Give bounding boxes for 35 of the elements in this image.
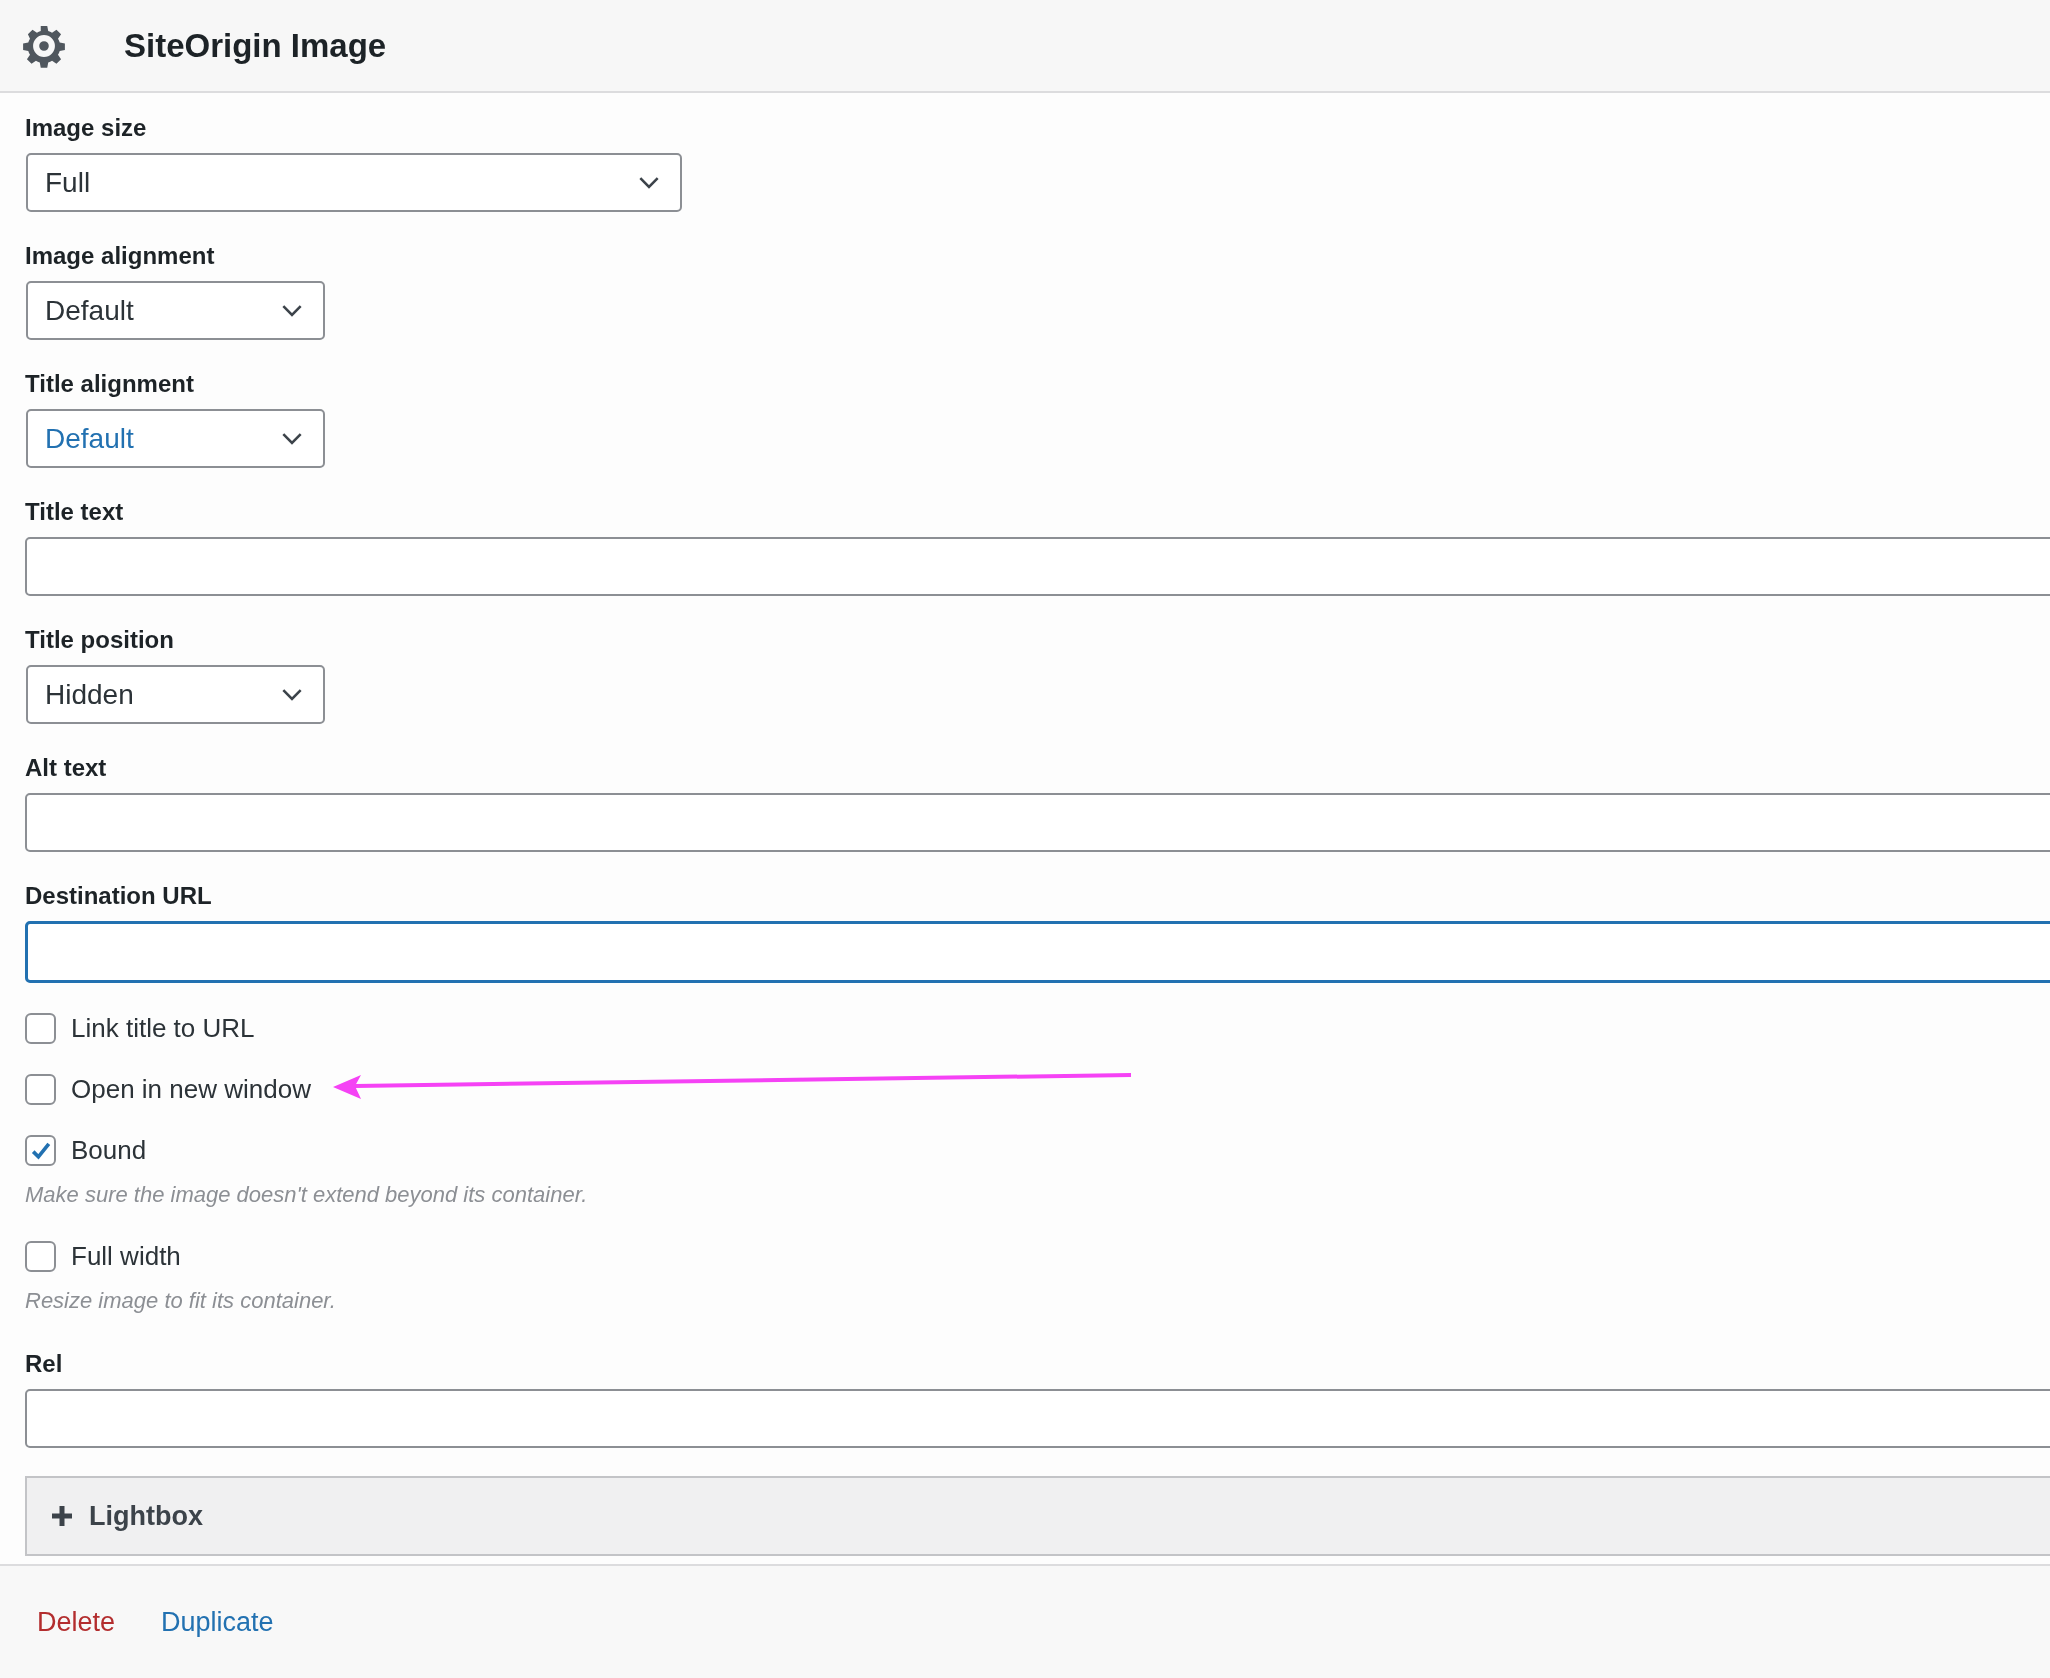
dropdown[interactable]: Default bbox=[26, 409, 325, 468]
plus-icon bbox=[52, 1506, 72, 1526]
field-label: Rel bbox=[25, 1349, 63, 1379]
text-field[interactable] bbox=[25, 1389, 2050, 1448]
checkbox[interactable] bbox=[25, 1074, 56, 1105]
field-label: Title position bbox=[25, 625, 174, 655]
field-label: Image size bbox=[25, 113, 147, 143]
dropdown[interactable]: Hidden bbox=[26, 665, 325, 724]
lightbox-section-toggle[interactable]: Lightbox bbox=[25, 1476, 2050, 1556]
field-label: Alt text bbox=[25, 753, 107, 783]
duplicate-link[interactable]: Duplicate bbox=[161, 1606, 274, 1638]
chevron-down-icon bbox=[281, 688, 303, 701]
checkbox[interactable] bbox=[25, 1241, 56, 1272]
checkbox[interactable] bbox=[25, 1135, 56, 1166]
field-label: Destination URL bbox=[25, 881, 212, 911]
chevron-down-icon bbox=[281, 432, 303, 445]
field-label: Title text bbox=[25, 497, 124, 527]
dropdown[interactable]: Full bbox=[26, 153, 682, 212]
delete-link[interactable]: Delete bbox=[37, 1606, 116, 1638]
field-description: Make sure the image doesn't extend beyond its container. bbox=[25, 1181, 588, 1209]
chevron-down-icon bbox=[281, 304, 303, 317]
checkbox[interactable] bbox=[25, 1013, 56, 1044]
checkbox-label[interactable]: Bound bbox=[71, 1135, 147, 1166]
field-label: Image alignment bbox=[25, 241, 215, 271]
field-description: Resize image to fit its container. bbox=[25, 1287, 336, 1315]
text-field[interactable] bbox=[25, 537, 2050, 596]
checkbox-label[interactable]: Full width bbox=[71, 1241, 181, 1272]
text-field[interactable] bbox=[25, 793, 2050, 852]
chevron-down-icon bbox=[638, 176, 660, 189]
widget-title: SiteOrigin Image bbox=[124, 26, 387, 65]
checkbox-label[interactable]: Link title to URL bbox=[71, 1013, 255, 1044]
dropdown[interactable]: Default bbox=[26, 281, 325, 340]
text-field[interactable] bbox=[25, 921, 2050, 983]
field-label: Title alignment bbox=[25, 369, 194, 399]
checkbox-label[interactable]: Open in new window bbox=[71, 1074, 311, 1105]
